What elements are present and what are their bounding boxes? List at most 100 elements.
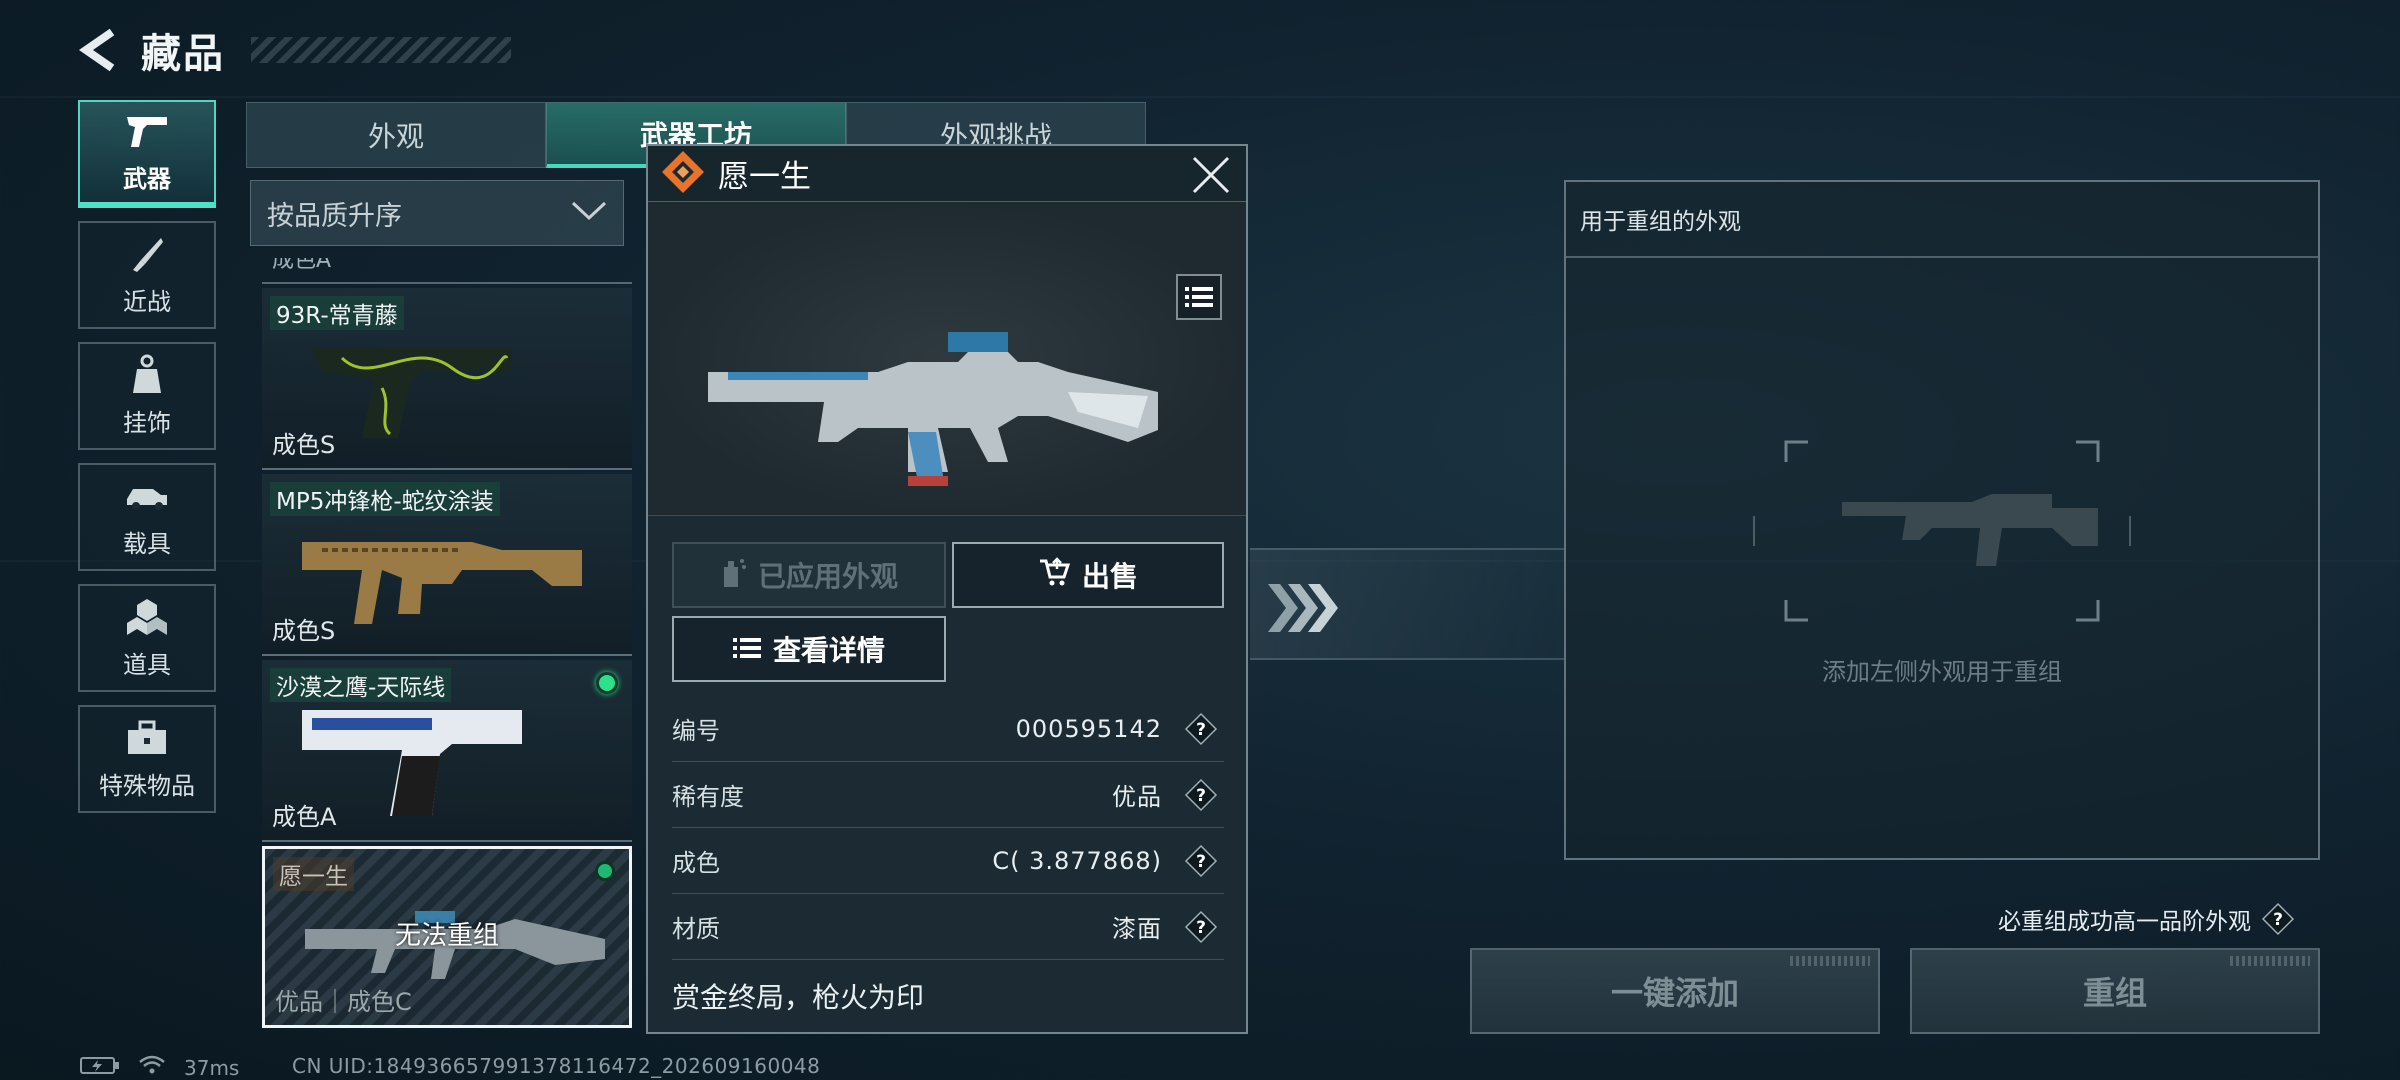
recombine-note: 必重组成功高一品阶外观 ? [1998, 902, 2301, 936]
sidebar-item-label: 载具 [123, 529, 171, 558]
chevron-right-icon [1268, 584, 1338, 632]
skin-detail-popup: 愿一生 已应用外观 出售 查看详情 编号 000595142 ? 稀有度 优品 … [646, 144, 1248, 1034]
svg-text:?: ? [1196, 852, 1206, 872]
cubes-icon [125, 597, 169, 637]
prop-label: 编号 [672, 717, 720, 745]
recombine-button[interactable]: 重组 [1910, 948, 2320, 1034]
list-item[interactable]: 93R-常青藤 成色S [262, 288, 632, 470]
pistol-icon [125, 111, 169, 151]
item-name: 93R-常青藤 [270, 296, 404, 330]
smg-skin-image [302, 542, 582, 624]
button-decoration [1790, 956, 1870, 966]
svg-text:?: ? [1196, 918, 1206, 938]
prop-row-condition: 成色 C( 3.877868) ? [672, 828, 1224, 894]
bg-stripe [0, 96, 2400, 98]
sidebar-item-label: 特殊物品 [99, 771, 195, 800]
prop-row-id: 编号 000595142 ? [672, 696, 1224, 762]
item-grade: 优品｜成色C [275, 988, 412, 1016]
equipped-indicator [596, 672, 618, 694]
popup-header: 愿一生 [648, 146, 1246, 202]
cannot-recombine-label: 无法重组 [394, 921, 499, 951]
skin-list[interactable]: 成色A 93R-常青藤 成色S MP5冲锋枪-蛇纹涂装 成色S 沙漠之鹰-天际线… [262, 258, 632, 1034]
prop-value: 000595142 [1015, 714, 1162, 743]
item-name: 愿一生 [273, 857, 354, 891]
sell-cart-icon [1038, 556, 1071, 594]
spray-icon [720, 557, 746, 594]
help-icon[interactable]: ? [1184, 778, 1218, 812]
rarity-diamond-icon [660, 149, 706, 199]
view-details-button[interactable]: 查看详情 [672, 616, 946, 682]
equipped-indicator [595, 861, 615, 881]
desert-eagle-skin-image [302, 710, 522, 816]
toolbox-icon [125, 718, 169, 758]
vehicle-icon [125, 476, 169, 516]
sidebar-item-items[interactable]: 道具 [78, 584, 216, 692]
help-icon[interactable]: ? [1184, 844, 1218, 878]
back-arrow-icon[interactable] [75, 27, 121, 73]
pistol-skin-image [312, 348, 512, 438]
recombine-label: 重组 [2082, 974, 2147, 1012]
prop-value: 漆面 [1112, 915, 1162, 943]
skin-slogan: 赏金终局，枪火为印 [672, 981, 925, 1014]
sidebar-item-special[interactable]: 特殊物品 [78, 705, 216, 813]
list-item[interactable]: 沙漠之鹰-天际线 成色A [262, 660, 632, 842]
item-name: 沙漠之鹰-天际线 [270, 668, 452, 702]
category-sidebar: 武器 近战 挂饰 载具 道具 特殊物品 [78, 100, 216, 826]
sidebar-item-label: 挂饰 [123, 408, 171, 437]
one-click-add-button[interactable]: 一键添加 [1470, 948, 1880, 1034]
one-click-add-label: 一键添加 [1610, 974, 1739, 1012]
sidebar-item-label: 道具 [123, 650, 171, 679]
list-icon[interactable] [1176, 274, 1222, 320]
view-details-label: 查看详情 [772, 634, 885, 667]
close-icon[interactable] [1190, 154, 1232, 196]
item-name: MP5冲锋枪-蛇纹涂装 [270, 482, 500, 516]
title-decoration [251, 37, 511, 63]
applied-skin-label: 已应用外观 [757, 560, 898, 593]
sell-label: 出售 [1081, 560, 1138, 593]
tab-appearance[interactable]: 外观 [246, 102, 546, 168]
list-item[interactable]: MP5冲锋枪-蛇纹涂装 成色S [262, 474, 632, 656]
help-icon[interactable]: ? [1184, 712, 1218, 746]
list-item-partial: 成色A [262, 258, 632, 284]
svg-text:?: ? [1196, 786, 1206, 806]
item-grade: 成色S [272, 617, 336, 645]
ping-readout: 37ms [184, 1055, 240, 1080]
battery-icon [80, 1055, 120, 1080]
prop-row-rarity: 稀有度 优品 ? [672, 762, 1224, 828]
prop-label: 成色 [672, 849, 720, 877]
rifle-preview-image [708, 332, 1158, 486]
user-uid: CN UID:184936657991378116472_20260916004… [292, 1054, 821, 1078]
svg-text:?: ? [2273, 910, 2283, 930]
sidebar-item-melee[interactable]: 近战 [78, 221, 216, 329]
button-decoration [2230, 956, 2310, 966]
recombine-panel: 用于重组的外观 添加左侧外观用于重组 [1564, 180, 2320, 860]
prop-value: C( 3.877868) [992, 846, 1162, 875]
prop-row-material: 材质 漆面 ? [672, 894, 1224, 960]
prop-label: 材质 [672, 915, 720, 943]
sidebar-item-weapons[interactable]: 武器 [78, 100, 216, 208]
list-item-selected[interactable]: 愿一生 无法重组 优品｜成色C [262, 846, 632, 1028]
page-title: 藏品 [141, 31, 225, 77]
sidebar-item-label: 武器 [123, 164, 171, 193]
sidebar-item-vehicles[interactable]: 载具 [78, 463, 216, 571]
item-grade: 成色A [272, 803, 337, 831]
prop-value: 优品 [1112, 783, 1162, 811]
help-icon[interactable]: ? [2261, 902, 2295, 936]
prop-label: 稀有度 [672, 783, 744, 811]
sell-button[interactable]: 出售 [952, 542, 1224, 608]
sidebar-item-charms[interactable]: 挂饰 [78, 342, 216, 450]
item-grade: 成色S [272, 431, 336, 459]
svg-text:?: ? [1196, 720, 1206, 740]
knife-icon [125, 234, 169, 274]
help-icon[interactable]: ? [1184, 910, 1218, 944]
applied-skin-button[interactable]: 已应用外观 [672, 542, 946, 608]
list-icon [732, 633, 761, 666]
sort-dropdown[interactable]: 按品质升序 [250, 180, 624, 246]
wifi-icon [138, 1054, 166, 1080]
empty-weapon-slot[interactable] [1752, 436, 2132, 626]
header: 藏品 [75, 20, 511, 80]
recombine-panel-title: 用于重组的外观 [1566, 182, 2318, 258]
chevron-down-icon [571, 198, 607, 229]
popup-title: 愿一生 [718, 159, 811, 195]
sort-selected-label: 按品质升序 [267, 200, 402, 232]
